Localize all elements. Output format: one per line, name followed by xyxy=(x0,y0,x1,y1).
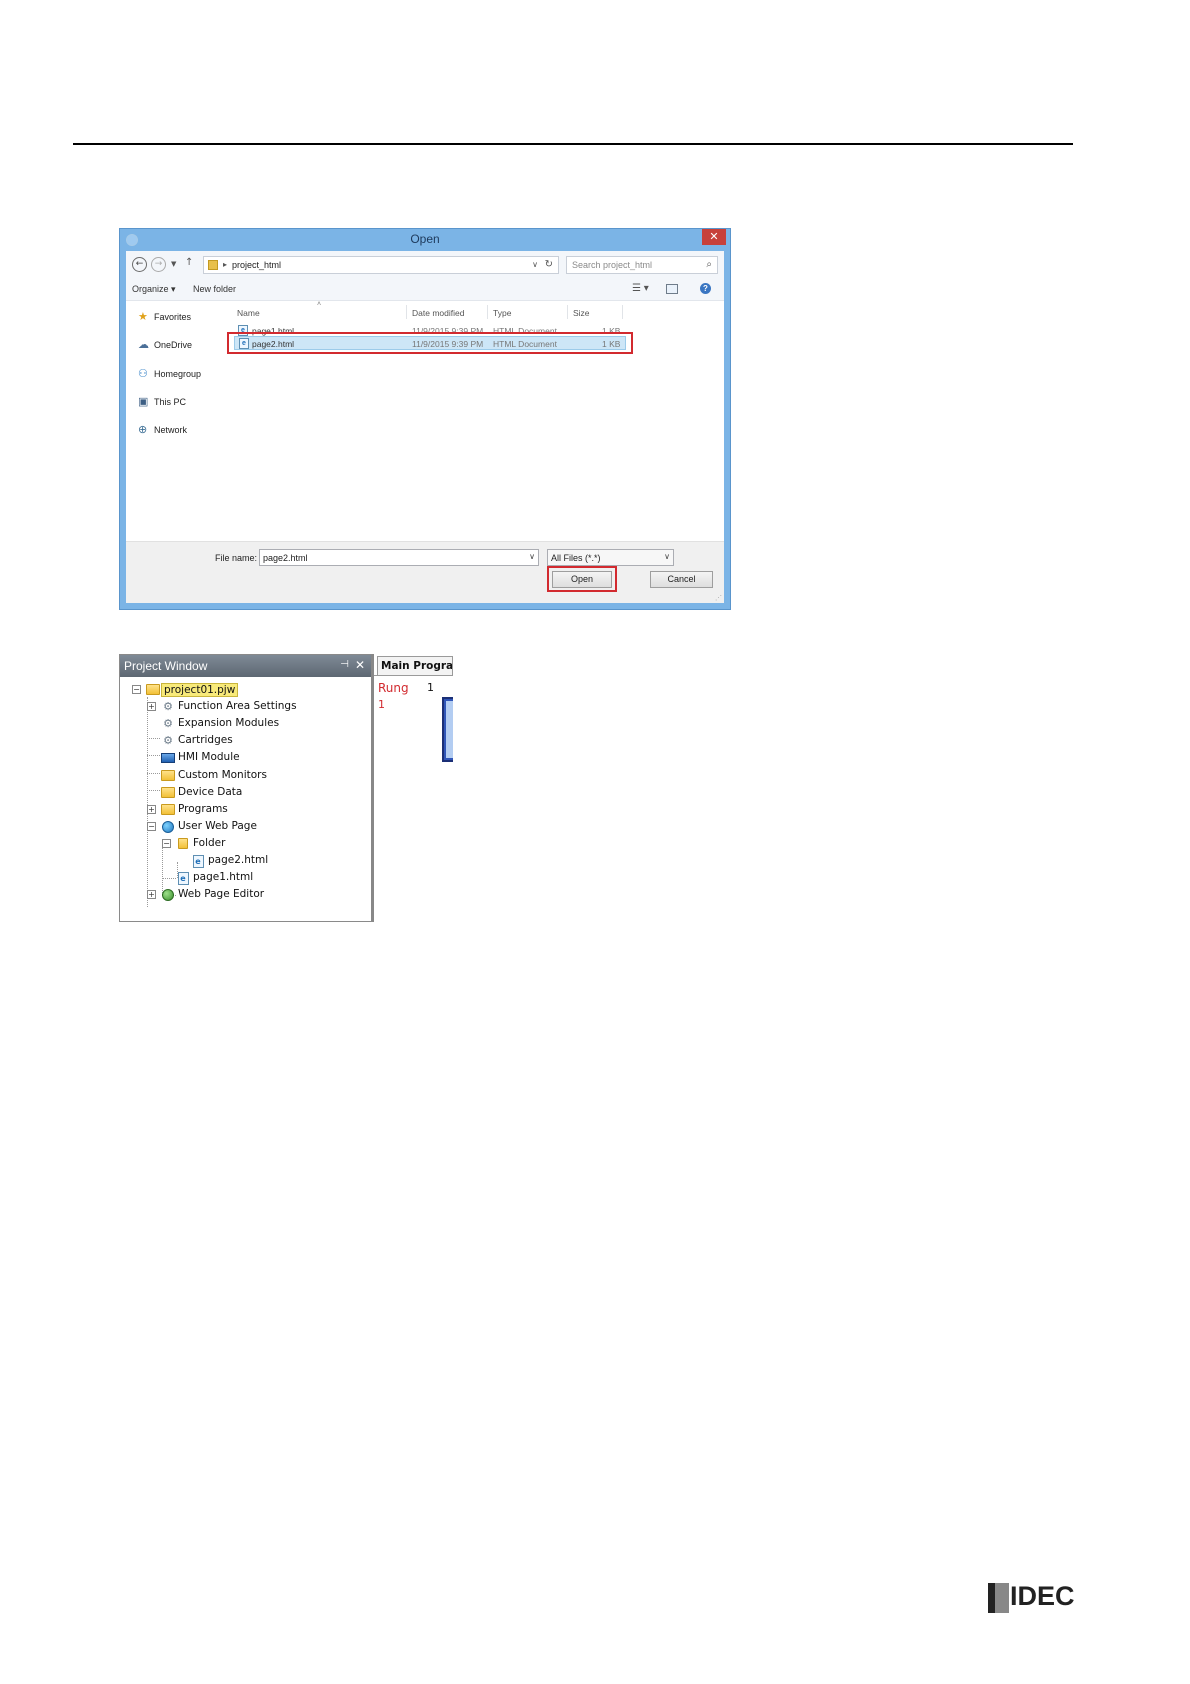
project-window-title: Project Window xyxy=(124,659,208,673)
folder-open-icon xyxy=(176,837,190,850)
computer-icon: ▣ xyxy=(138,396,149,408)
search-placeholder: Search project_html xyxy=(572,260,653,270)
close-icon[interactable]: ✕ xyxy=(702,229,726,245)
new-folder-button[interactable]: New folder xyxy=(193,284,236,294)
folder-icon xyxy=(161,769,175,782)
logo-text: IDEC xyxy=(1010,1581,1075,1611)
search-input[interactable]: Search project_html ⌕ xyxy=(566,256,718,274)
project-window-header: Project Window ⊣ ✕ xyxy=(120,655,371,677)
cloud-icon: ☁ xyxy=(138,339,149,351)
tree-connector xyxy=(147,790,160,791)
preview-pane-icon[interactable] xyxy=(666,284,678,294)
column-divider xyxy=(406,305,407,319)
back-arrow-icon[interactable]: ← xyxy=(132,257,147,272)
expand-icon[interactable]: + xyxy=(147,702,156,711)
cancel-button[interactable]: Cancel xyxy=(650,571,713,588)
dialog-title-bar[interactable]: Open ✕ xyxy=(120,229,730,251)
column-header-size[interactable]: Size xyxy=(573,308,590,318)
tree-connector xyxy=(147,738,160,739)
expand-icon[interactable]: + xyxy=(147,890,156,899)
tab-underline xyxy=(374,675,453,676)
column-divider xyxy=(487,305,488,319)
homegroup-icon: ⚇ xyxy=(138,368,148,380)
help-icon[interactable]: ? xyxy=(700,283,711,294)
breadcrumb-path[interactable]: project_html xyxy=(232,260,281,270)
address-bar[interactable]: ▸ project_html ∨ ↻ xyxy=(203,256,559,274)
collapse-icon[interactable]: − xyxy=(132,685,141,694)
up-arrow-icon[interactable]: ↑ xyxy=(185,257,193,268)
open-dialog: Open ✕ ← → ▼ ↑ ▸ project_html ∨ ↻ Search… xyxy=(119,228,731,610)
tree-label-project: project01.pjw xyxy=(161,683,239,697)
organize-menu[interactable]: Organize ▾ xyxy=(132,284,176,295)
dialog-footer: File name: page2.html ∨ All Files (*.*) … xyxy=(126,541,724,603)
highlight-box-file xyxy=(227,332,633,354)
project-window-panel: Project Window ⊣ ✕ − project01.pjw + ⚙ F… xyxy=(119,654,374,922)
highlight-box-open xyxy=(547,566,617,592)
chevron-down-icon[interactable]: ∨ xyxy=(532,260,538,269)
html-file-icon: e xyxy=(191,854,205,868)
file-type-value: All Files (*.*) xyxy=(551,553,601,563)
main-program-pane: Main Program Rung 1 1 xyxy=(374,654,453,922)
project-window-screenshot: Project Window ⊣ ✕ − project01.pjw + ⚙ F… xyxy=(119,654,453,922)
folder-icon xyxy=(161,803,175,816)
navigation-pane: ★ Favorites ☁ OneDrive ⚇ Homegroup ▣ Thi… xyxy=(138,311,202,436)
gear-icon: ⚙ xyxy=(163,734,173,747)
resize-grip-icon[interactable]: ⋰ xyxy=(715,594,722,602)
collapse-icon[interactable]: − xyxy=(162,839,171,848)
globe-icon xyxy=(161,888,175,901)
folder-icon xyxy=(208,260,218,270)
chevron-down-icon[interactable]: ∨ xyxy=(529,552,535,561)
file-list: ˄ Name Date modified Type Size e page1.h… xyxy=(227,301,724,541)
file-type-select[interactable]: All Files (*.*) ∨ xyxy=(547,549,674,566)
address-row: ← → ▼ ↑ ▸ project_html ∨ ↻ Search projec… xyxy=(126,251,724,279)
collapse-icon[interactable]: − xyxy=(147,822,156,831)
recent-dropdown-icon[interactable]: ▼ xyxy=(171,260,176,268)
globe-icon xyxy=(161,820,175,833)
gear-icon: ⚙ xyxy=(163,717,173,730)
html-file-icon: e xyxy=(176,871,190,885)
file-name-input[interactable]: page2.html ∨ xyxy=(259,549,539,566)
manual-page: Open ✕ ← → ▼ ↑ ▸ project_html ∨ ↻ Search… xyxy=(0,0,1190,1684)
gear-icon: ⚙ xyxy=(163,700,173,713)
file-name-value: page2.html xyxy=(263,553,308,563)
tab-main-program[interactable]: Main Program xyxy=(377,656,453,675)
folder-icon xyxy=(146,683,160,696)
star-icon: ★ xyxy=(138,311,148,323)
column-divider xyxy=(622,305,623,319)
chevron-down-icon[interactable]: ∨ xyxy=(664,552,670,561)
folder-icon xyxy=(161,786,175,799)
top-rule xyxy=(73,143,1073,145)
hmi-module-icon xyxy=(161,751,175,764)
rung-label: Rung xyxy=(378,681,409,695)
refresh-icon[interactable]: ↻ xyxy=(545,259,553,270)
sort-caret-icon: ˄ xyxy=(317,301,322,308)
column-header-date[interactable]: Date modified xyxy=(412,308,464,318)
dialog-toolbar: Organize ▾ New folder ☰ ▾ ? xyxy=(126,279,724,301)
idec-logo: IDEC xyxy=(988,1581,1075,1613)
tree-connector xyxy=(162,878,176,879)
forward-arrow-icon[interactable]: → xyxy=(151,257,166,272)
project-tree: − project01.pjw + ⚙ Function Area Settin… xyxy=(120,677,371,922)
expand-icon[interactable]: + xyxy=(147,805,156,814)
column-header-name[interactable]: Name xyxy=(237,308,260,318)
breadcrumb-separator-icon: ▸ xyxy=(223,260,228,269)
network-icon: ⊕ xyxy=(138,424,148,436)
view-options-icon[interactable]: ☰ ▾ xyxy=(632,283,649,294)
search-icon[interactable]: ⌕ xyxy=(706,259,712,270)
file-name-label: File name: xyxy=(215,553,258,563)
column-number: 1 xyxy=(427,681,434,694)
rung-number: 1 xyxy=(378,698,385,711)
logo-bar-gray xyxy=(995,1583,1009,1613)
close-icon[interactable]: ✕ xyxy=(355,658,365,672)
ladder-cell-cursor[interactable] xyxy=(442,697,453,762)
logo-bar-dark xyxy=(988,1583,995,1613)
dialog-title: Open xyxy=(410,232,440,246)
column-divider xyxy=(567,305,568,319)
pin-icon[interactable]: ⊣ xyxy=(340,659,349,670)
dialog-body: ← → ▼ ↑ ▸ project_html ∨ ↻ Search projec… xyxy=(126,251,724,603)
tree-connector xyxy=(147,773,160,774)
tree-connector xyxy=(147,697,148,907)
column-header-type[interactable]: Type xyxy=(493,308,511,318)
tree-connector xyxy=(147,755,160,756)
